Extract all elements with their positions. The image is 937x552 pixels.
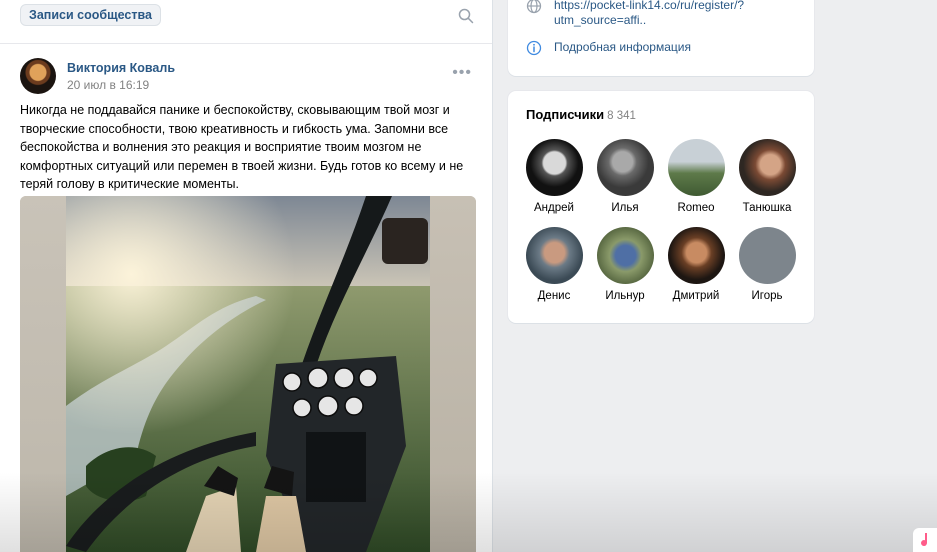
subscriber-name: Танюшка bbox=[742, 202, 792, 214]
subscriber-item[interactable]: Игорь bbox=[731, 227, 803, 302]
subscriber-name: Илья bbox=[611, 202, 639, 214]
subscribers-header[interactable]: Подписчики 8 341 bbox=[526, 107, 636, 122]
subscriber-name: Дмитрий bbox=[672, 290, 720, 302]
tab-community-posts[interactable]: Записи сообщества bbox=[20, 4, 161, 26]
post-author[interactable]: Виктория Коваль bbox=[67, 61, 175, 75]
music-note-icon bbox=[921, 533, 928, 547]
subscriber-item[interactable]: Дмитрий bbox=[660, 227, 732, 302]
post-text: Никогда не поддавайся панике и беспокойс… bbox=[20, 103, 464, 191]
photo-blur-right bbox=[430, 196, 476, 552]
subscriber-avatar bbox=[738, 139, 796, 196]
subscriber-name: Денис bbox=[537, 290, 571, 302]
post-more-button[interactable]: ••• bbox=[452, 65, 472, 81]
author-avatar[interactable] bbox=[20, 58, 56, 94]
post-date[interactable]: 20 июл в 16:19 bbox=[67, 78, 149, 92]
subscribers-card: Подписчики 8 341 Андрей Илья Romeo Танюшк… bbox=[508, 91, 814, 323]
post-photo[interactable] bbox=[20, 196, 476, 552]
photo-blur-left bbox=[20, 196, 66, 552]
subscriber-item[interactable]: Ильнур bbox=[589, 227, 661, 302]
community-website-link[interactable]: https://pocket-link14.co/ru/register/?ut… bbox=[554, 0, 784, 28]
subscribers-count: 8 341 bbox=[607, 110, 636, 122]
subscriber-item[interactable]: Romeo bbox=[660, 139, 732, 214]
subscriber-name: Андрей bbox=[534, 202, 574, 214]
community-wall: Записи сообщества Виктория Коваль 20 июл… bbox=[0, 0, 493, 552]
subscriber-avatar bbox=[738, 227, 796, 284]
info-link-row: https://pocket-link14.co/ru/register/?ut… bbox=[526, 0, 784, 28]
info-icon bbox=[526, 40, 542, 56]
subscriber-avatar bbox=[525, 139, 583, 196]
wall-header: Записи сообщества bbox=[0, 0, 492, 44]
subscriber-item[interactable]: Андрей bbox=[518, 139, 590, 214]
subscriber-avatar bbox=[525, 227, 583, 284]
post-header: Виктория Коваль 20 июл в 16:19 ••• bbox=[20, 58, 476, 98]
search-icon[interactable] bbox=[458, 8, 474, 24]
subscriber-avatar bbox=[667, 227, 725, 284]
subscriber-item[interactable]: Илья bbox=[589, 139, 661, 214]
info-more-row[interactable]: Подробная информация bbox=[526, 40, 691, 56]
globe-icon bbox=[526, 0, 542, 14]
subscriber-avatar bbox=[596, 139, 654, 196]
subscriber-avatar bbox=[596, 227, 654, 284]
helicopter-cockpit-image bbox=[66, 196, 430, 552]
subscriber-name: Игорь bbox=[751, 290, 783, 302]
info-card: https://pocket-link14.co/ru/register/?ut… bbox=[508, 0, 814, 76]
subscribers-title: Подписчики bbox=[526, 107, 605, 122]
subscriber-name: Ильнур bbox=[605, 290, 645, 302]
corner-widget[interactable] bbox=[913, 528, 937, 552]
more-info-link[interactable]: Подробная информация bbox=[554, 40, 691, 55]
subscriber-avatar bbox=[667, 139, 725, 196]
subscriber-name: Romeo bbox=[677, 202, 715, 214]
subscriber-item[interactable]: Денис bbox=[518, 227, 590, 302]
subscriber-item[interactable]: Танюшка bbox=[731, 139, 803, 214]
